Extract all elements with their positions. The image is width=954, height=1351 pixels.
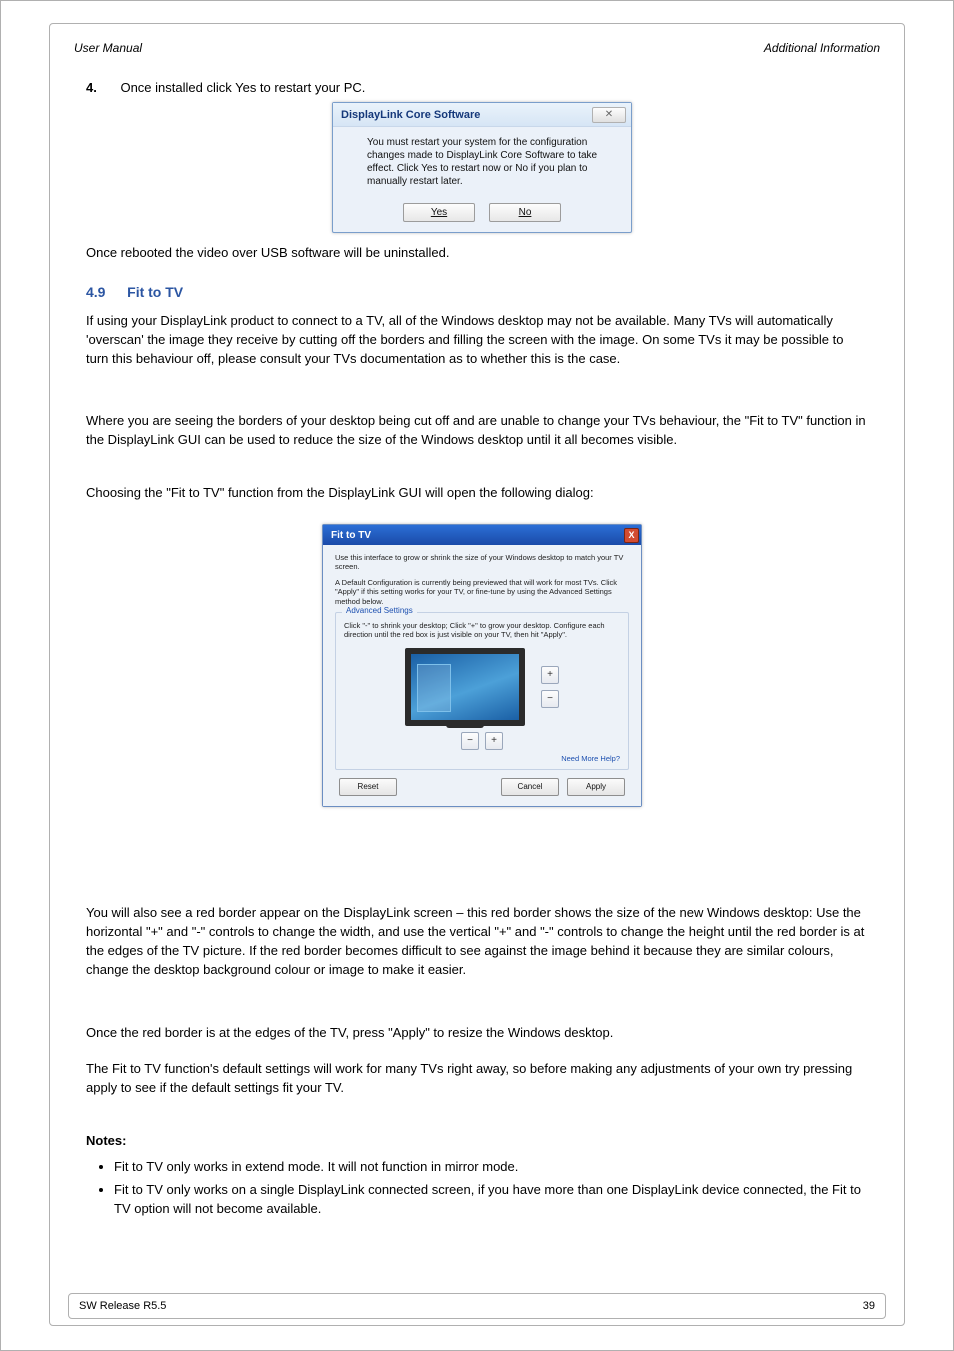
ftv-body: Use this interface to grow or shrink the… bbox=[323, 545, 641, 806]
ftv-vertical-controls: + − bbox=[541, 666, 559, 708]
ftv-advanced-group: Advanced Settings Click "-" to shrink yo… bbox=[335, 612, 629, 770]
reset-button[interactable]: Reset bbox=[339, 778, 397, 796]
apply-button[interactable]: Apply bbox=[567, 778, 625, 796]
below-ftv-p1: You will also see a red border appear on… bbox=[86, 904, 866, 979]
ftv-horizontal-controls: − + bbox=[344, 732, 620, 750]
restart-dialog: DisplayLink Core Software ✕ You must res… bbox=[332, 102, 632, 233]
notes-list: Fit to TV only works in extend mode. It … bbox=[94, 1158, 864, 1219]
ftv-intro1: Use this interface to grow or shrink the… bbox=[335, 553, 629, 572]
no-button[interactable]: No bbox=[489, 203, 561, 222]
notes-list-wrap: Fit to TV only works in extend mode. It … bbox=[94, 1158, 864, 1223]
after-restart-text: Once rebooted the video over USB softwar… bbox=[86, 244, 846, 263]
restart-dialog-titlebar: DisplayLink Core Software ✕ bbox=[333, 103, 631, 127]
yes-button-label: Yes bbox=[431, 207, 447, 218]
section-title: Fit to TV bbox=[127, 284, 183, 300]
ftv-intro2: A Default Configuration is currently bei… bbox=[335, 578, 629, 606]
header: User Manual Additional Information bbox=[68, 34, 886, 62]
page-inner: User Manual Additional Information 4. On… bbox=[49, 23, 905, 1326]
h-plus-button[interactable]: + bbox=[485, 732, 503, 750]
no-button-label: No bbox=[519, 207, 532, 218]
v-minus-button[interactable]: − bbox=[541, 690, 559, 708]
notes-heading: Notes: bbox=[86, 1132, 866, 1151]
header-right: Additional Information bbox=[764, 41, 880, 55]
close-icon[interactable]: ✕ bbox=[592, 107, 626, 123]
restart-dialog-line3: effect. Click Yes to restart now or No i… bbox=[367, 163, 613, 174]
footer: SW Release R5.5 39 bbox=[68, 1293, 886, 1319]
ftv-advanced-text: Click "-" to shrink your desktop; Click … bbox=[344, 621, 620, 640]
ftv-titlebar: Fit to TV X bbox=[323, 525, 641, 545]
section-num: 4.9 bbox=[86, 284, 105, 300]
restart-dialog-line2: changes made to DisplayLink Core Softwar… bbox=[367, 150, 613, 161]
section-p2b: Choosing the "Fit to TV" function from t… bbox=[86, 484, 866, 503]
ftv-button-bar: Reset Cancel Apply bbox=[335, 770, 629, 796]
ftv-tv-area: + − bbox=[344, 648, 620, 726]
step-4-num: 4. bbox=[86, 80, 97, 95]
section-p2a: Where you are seeing the borders of your… bbox=[86, 412, 866, 450]
yes-button[interactable]: Yes bbox=[403, 203, 475, 222]
restart-dialog-line1: You must restart your system for the con… bbox=[367, 137, 613, 148]
header-left: User Manual bbox=[74, 41, 142, 55]
section-p1: If using your DisplayLink product to con… bbox=[86, 312, 866, 369]
footer-left: SW Release R5.5 bbox=[79, 1300, 166, 1312]
fit-to-tv-dialog: Fit to TV X Use this interface to grow o… bbox=[322, 524, 642, 807]
note-bullet-1: Fit to TV only works in extend mode. It … bbox=[114, 1158, 864, 1177]
tv-monitor-icon bbox=[405, 648, 525, 726]
restart-dialog-line4: manually restart later. bbox=[367, 176, 613, 187]
note-bullet-2: Fit to TV only works on a single Display… bbox=[114, 1181, 864, 1219]
step-4: 4. Once installed click Yes to restart y… bbox=[86, 80, 365, 95]
ftv-title: Fit to TV bbox=[331, 530, 371, 541]
close-icon[interactable]: X bbox=[624, 528, 639, 543]
h-minus-button[interactable]: − bbox=[461, 732, 479, 750]
below-ftv-p3: The Fit to TV function's default setting… bbox=[86, 1060, 866, 1098]
cancel-button[interactable]: Cancel bbox=[501, 778, 559, 796]
section-heading: 4.9 Fit to TV bbox=[86, 282, 846, 303]
restart-dialog-title: DisplayLink Core Software bbox=[341, 109, 480, 121]
restart-dialog-buttons: Yes No bbox=[333, 197, 631, 232]
ftv-advanced-title: Advanced Settings bbox=[342, 606, 417, 615]
tv-monitor-window bbox=[417, 664, 451, 712]
need-more-help-link[interactable]: Need More Help? bbox=[344, 754, 620, 763]
v-plus-button[interactable]: + bbox=[541, 666, 559, 684]
restart-dialog-body: You must restart your system for the con… bbox=[333, 127, 631, 197]
below-ftv-p2: Once the red border is at the edges of t… bbox=[86, 1024, 866, 1043]
page: User Manual Additional Information 4. On… bbox=[0, 0, 954, 1351]
footer-right: 39 bbox=[863, 1300, 875, 1312]
step-4-text: Once installed click Yes to restart your… bbox=[120, 80, 365, 95]
